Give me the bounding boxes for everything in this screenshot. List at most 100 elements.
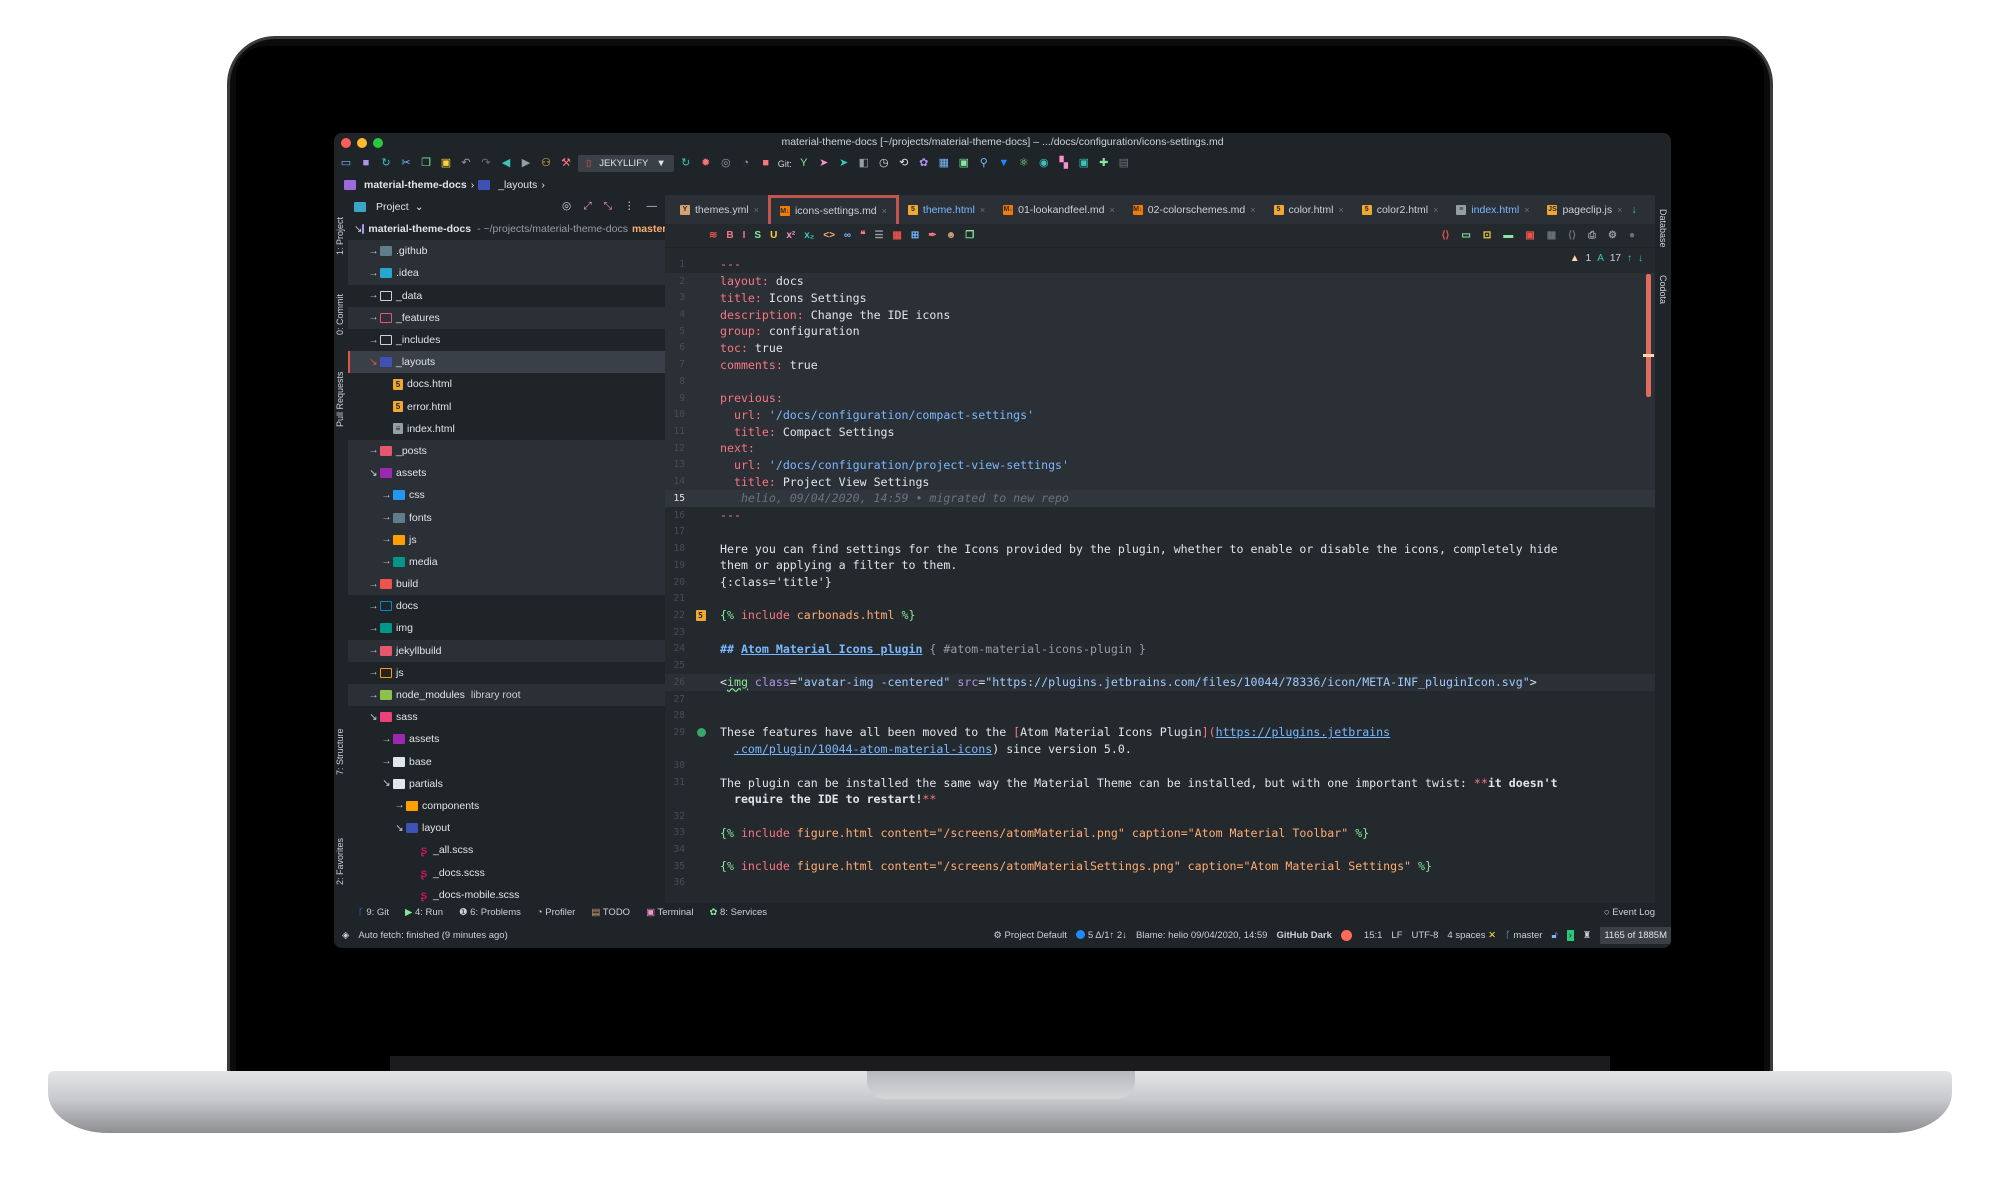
superscript-icon[interactable]: x² xyxy=(786,230,795,241)
caret-position[interactable]: 15:1 xyxy=(1364,930,1383,941)
tool-tab-commit[interactable]: 0: Commit xyxy=(335,294,345,335)
subscript-icon[interactable]: x₂ xyxy=(804,230,814,241)
tree-item[interactable]: ↘ assets xyxy=(348,462,665,485)
tab-pageclip-js[interactable]: JS pageclip.js × xyxy=(1538,195,1631,224)
code-line[interactable]: 5 group: configuration xyxy=(665,322,1655,340)
tab-color-html[interactable]: 5 color.html × xyxy=(1265,195,1353,224)
code-line[interactable]: 10 url: '/docs/configuration/compact-set… xyxy=(665,406,1655,424)
tab-color2-html[interactable]: 5 color2.html × xyxy=(1353,195,1448,224)
tool-window-8-services[interactable]: ✿ 8: Services xyxy=(709,907,767,918)
tool-window-todo[interactable]: ▤ TODO xyxy=(591,907,630,918)
forward-icon[interactable]: ▶ xyxy=(520,158,532,170)
expanded-arrow-icon[interactable]: ↘ xyxy=(367,468,380,479)
tab-01-lookandfeel-md[interactable]: M↓ 01-lookandfeel.md × xyxy=(994,195,1124,224)
code-line[interactable]: 11 title: Compact Settings xyxy=(665,423,1655,440)
code-line[interactable]: 29 These features have all been moved to … xyxy=(665,724,1655,741)
code-line[interactable]: 2 layout: docs xyxy=(665,272,1655,290)
code-line[interactable]: 36 xyxy=(665,875,1655,892)
project-view-select[interactable]: Project xyxy=(376,201,409,213)
tree-item[interactable]: → _data xyxy=(348,285,665,307)
inspector-icon[interactable]: ♜ xyxy=(1583,930,1592,941)
theme-switcher[interactable]: GitHub Dark xyxy=(1276,930,1331,941)
vuetify-icon[interactable]: ▼ xyxy=(998,158,1010,170)
locate-icon[interactable]: ◎ xyxy=(562,200,571,213)
indent-setting[interactable]: 4 spaces ✕ xyxy=(1447,930,1496,941)
collapsed-arrow-icon[interactable]: → xyxy=(380,756,393,767)
palette-icon[interactable]: ▚ xyxy=(1058,158,1070,170)
tree-item[interactable]: → _features xyxy=(348,306,665,329)
maximize-button[interactable] xyxy=(373,138,383,148)
collapsed-arrow-icon[interactable]: → xyxy=(380,734,393,745)
code-line[interactable]: 13 url: '/docs/configuration/project-vie… xyxy=(665,456,1655,474)
code-line[interactable]: 34 xyxy=(665,841,1655,858)
back-icon[interactable]: ◀ xyxy=(500,158,512,170)
source-icon[interactable]: ⟨⟩ xyxy=(1568,230,1576,241)
rollback-icon[interactable]: ⟲ xyxy=(898,158,910,170)
code-style-profile[interactable]: ⚙ Project Default xyxy=(993,930,1066,941)
split-icon[interactable]: ⊡ xyxy=(1483,230,1491,241)
layers-icon[interactable]: ◈ xyxy=(342,930,349,941)
code-line[interactable]: 23 xyxy=(665,624,1655,641)
tree-item[interactable]: → docs xyxy=(348,595,665,617)
tree-item[interactable]: → .github xyxy=(348,240,665,263)
tree-item[interactable]: ≡ index.html xyxy=(348,418,665,440)
code-line[interactable]: 27 xyxy=(665,691,1655,708)
code-line[interactable]: 19 them or applying a filter to them. xyxy=(665,557,1655,574)
tree-item[interactable]: → css xyxy=(348,484,665,507)
close-tab-icon[interactable]: × xyxy=(1617,205,1622,215)
line-separator[interactable]: LF xyxy=(1391,930,1402,941)
tool-window-9-git[interactable]: ᚴ 9: Git xyxy=(358,907,389,918)
close-tab-icon[interactable]: × xyxy=(882,206,887,216)
collapsed-arrow-icon[interactable]: → xyxy=(367,445,380,456)
code-line[interactable]: 8 xyxy=(665,373,1655,390)
push-icon[interactable]: ➤ xyxy=(818,158,830,170)
status-message[interactable]: Auto fetch: finished (9 minutes ago) xyxy=(358,930,507,941)
open-folder-icon[interactable]: ▭ xyxy=(340,158,352,170)
tool-tab-structure[interactable]: 7: Structure xyxy=(335,728,345,775)
code-line[interactable]: 18 Here you can find settings for the Ico… xyxy=(665,540,1655,557)
code-line[interactable]: 25 xyxy=(665,657,1655,674)
code-icon[interactable]: <> xyxy=(823,230,835,241)
bold-icon[interactable]: B xyxy=(726,230,733,241)
collapsed-arrow-icon[interactable]: → xyxy=(367,667,380,678)
code-line[interactable]: .com/plugin/10044-atom-material-icons) s… xyxy=(665,741,1655,758)
table-icon[interactable]: ▦ xyxy=(892,230,901,241)
circle-icon[interactable]: ● xyxy=(1629,230,1635,241)
expanded-arrow-icon[interactable]: ↘ xyxy=(380,778,393,789)
compare-icon[interactable]: ◧ xyxy=(858,158,870,170)
event-log-button[interactable]: ○ Event Log xyxy=(1604,907,1671,918)
settings-icon[interactable]: ✿ xyxy=(918,158,930,170)
tab-icons-settings-md[interactable]: M↓ icons-settings.md × xyxy=(767,195,899,224)
tool-tab-database[interactable]: Database xyxy=(1658,209,1668,248)
code-line[interactable]: 4 description: Change the IDE icons xyxy=(665,306,1655,323)
tree-item[interactable]: → build xyxy=(348,573,665,596)
grid-icon[interactable]: ⊞ xyxy=(911,230,919,241)
tool-tab-project[interactable]: 1: Project xyxy=(335,217,345,255)
collapsed-arrow-icon[interactable]: → xyxy=(367,268,380,279)
tree-item[interactable]: ʂ _docs-mobile.scss xyxy=(348,884,665,903)
codota-icon[interactable]: › xyxy=(1566,929,1574,941)
italic-icon[interactable]: I xyxy=(743,230,746,241)
build-hammer-icon[interactable]: ⚒ xyxy=(560,158,572,170)
close-tab-icon[interactable]: × xyxy=(1110,205,1115,215)
users-icon[interactable]: ⚇ xyxy=(540,158,552,170)
structure-icon[interactable]: ▦ xyxy=(938,158,950,170)
plugin-icon[interactable]: ✚ xyxy=(1098,158,1110,170)
tree-item[interactable]: → assets xyxy=(348,728,665,750)
code-line[interactable]: 1 --- xyxy=(665,256,1655,273)
cut-icon[interactable]: ✂ xyxy=(400,158,412,170)
minimize-button[interactable] xyxy=(357,138,367,148)
tool-window-4-run[interactable]: ▶ 4: Run xyxy=(405,907,443,918)
layout-icon[interactable]: ▣ xyxy=(1078,158,1090,170)
code-line[interactable]: 22 5 {% include carbonads.html %} xyxy=(665,607,1655,624)
collapsed-arrow-icon[interactable]: → xyxy=(380,512,393,523)
tree-item[interactable]: → img xyxy=(348,617,665,639)
code-line[interactable]: 28 xyxy=(665,707,1655,724)
tool-window-profiler[interactable]: ◔ Profiler xyxy=(537,907,575,918)
database-icon[interactable]: ◉ xyxy=(1038,158,1050,170)
run-config-select[interactable]: ▯ JEKYLLIFY ▼ xyxy=(578,155,674,172)
code-line[interactable]: 16 --- xyxy=(665,507,1655,524)
tree-item[interactable]: ʂ _all.scss xyxy=(348,839,665,861)
debug-icon[interactable]: ✹ xyxy=(700,158,712,170)
tree-item[interactable]: → jekyllbuild xyxy=(348,639,665,662)
